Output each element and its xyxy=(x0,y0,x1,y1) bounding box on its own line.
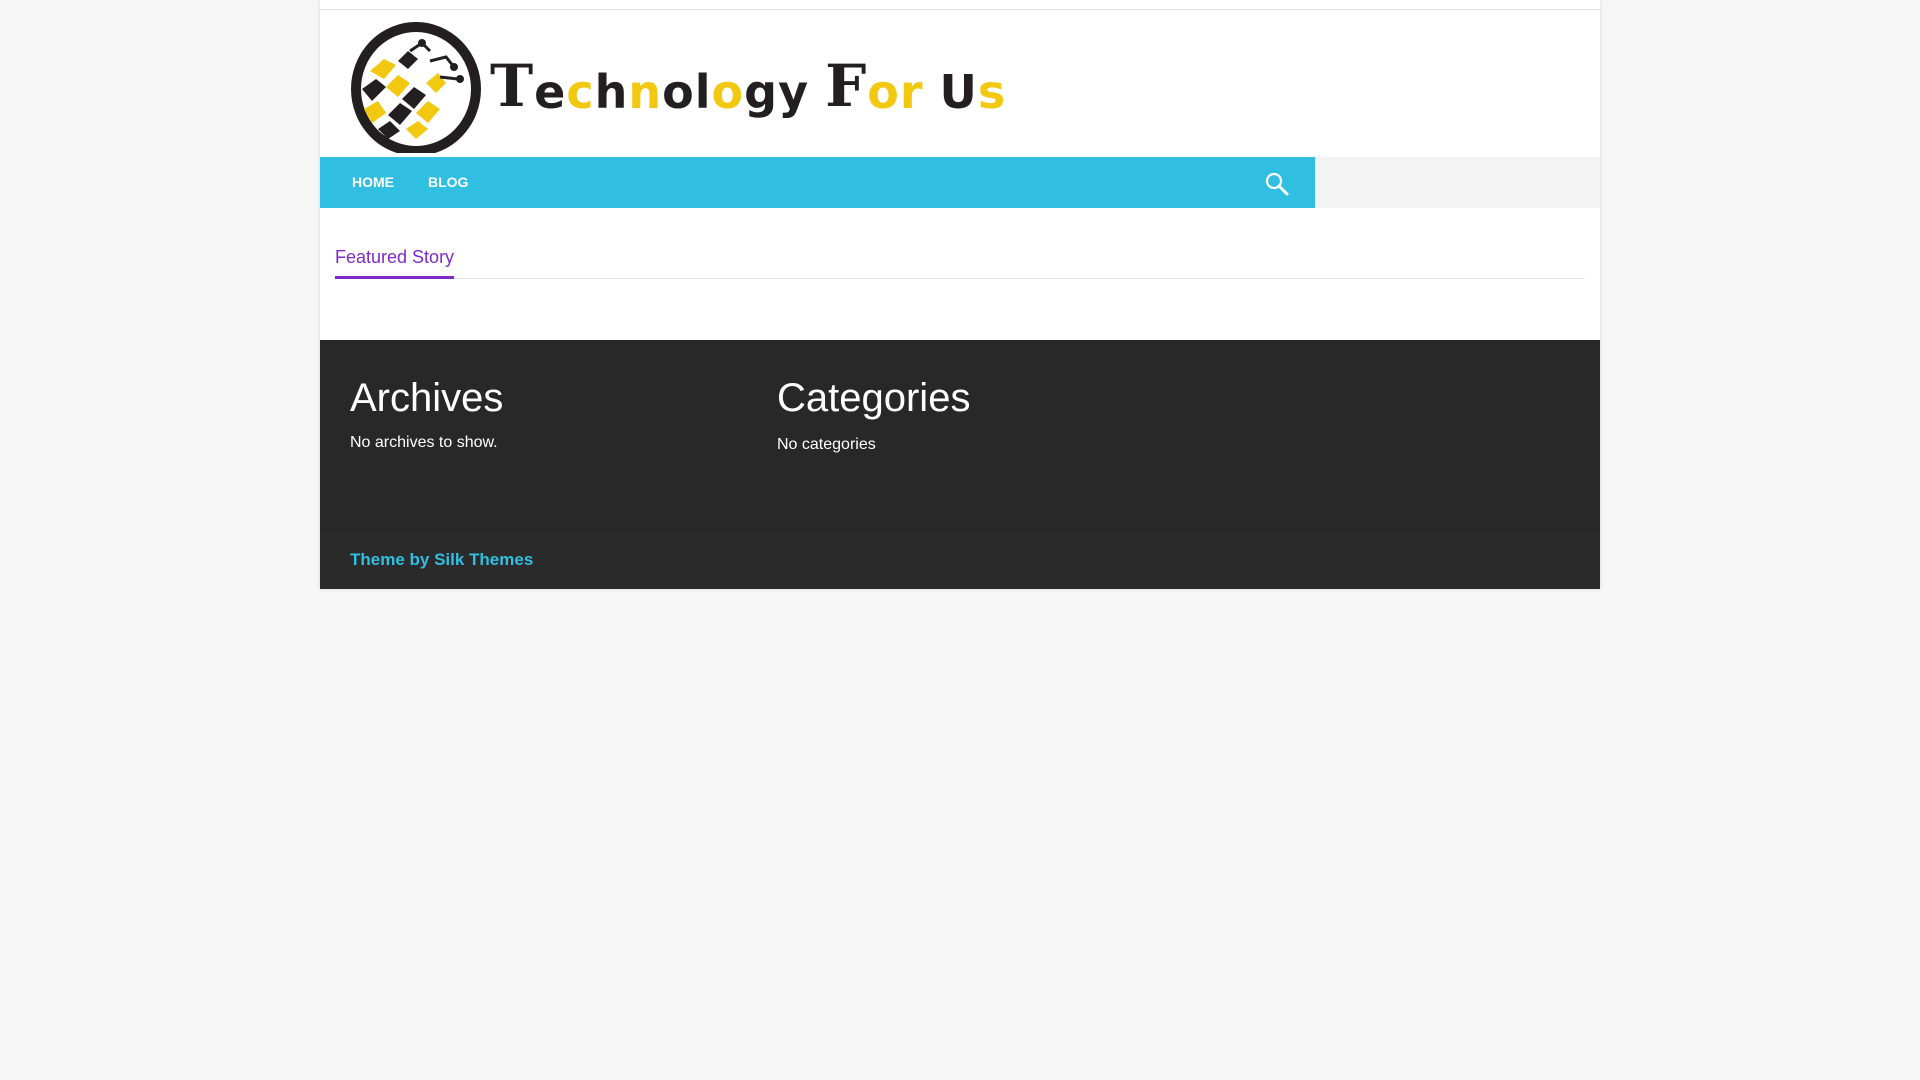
site-logo[interactable]: T e c h n ol o gy F or U s xyxy=(350,21,1005,153)
page-container: T e c h n ol o gy F or U s HOME BLOG Fea… xyxy=(320,0,1600,589)
archives-empty-text: No archives to show. xyxy=(350,434,498,451)
site-logo-wordmark: T e c h n ol o gy F or U s xyxy=(490,52,1007,120)
theme-credit-link[interactable]: Theme by Silk Themes xyxy=(350,550,533,570)
globe-circuit-logo-icon xyxy=(351,22,481,153)
categories-title: Categories xyxy=(777,376,971,420)
top-bar xyxy=(320,0,1600,10)
nav-item-blog[interactable]: BLOG xyxy=(428,157,468,208)
featured-story-heading: Featured Story xyxy=(335,246,455,279)
site-header: T e c h n ol o gy F or U s xyxy=(320,11,1600,157)
main-navigation: HOME BLOG xyxy=(320,157,1315,208)
archives-title: Archives xyxy=(350,376,504,420)
categories-widget: Categories No categories xyxy=(777,374,970,454)
footer-widgets: Archives No archives to show. Categories… xyxy=(320,340,1600,532)
archives-widget: Archives No archives to show. xyxy=(350,374,503,452)
navigation-side-panel xyxy=(1315,157,1600,208)
featured-section: Featured Story xyxy=(335,246,1585,279)
footer-bottom-bar: Theme by Silk Themes xyxy=(320,532,1600,589)
nav-item-home[interactable]: HOME xyxy=(352,157,394,208)
search-icon[interactable] xyxy=(1263,170,1291,198)
categories-empty-text: No categories xyxy=(777,436,876,453)
